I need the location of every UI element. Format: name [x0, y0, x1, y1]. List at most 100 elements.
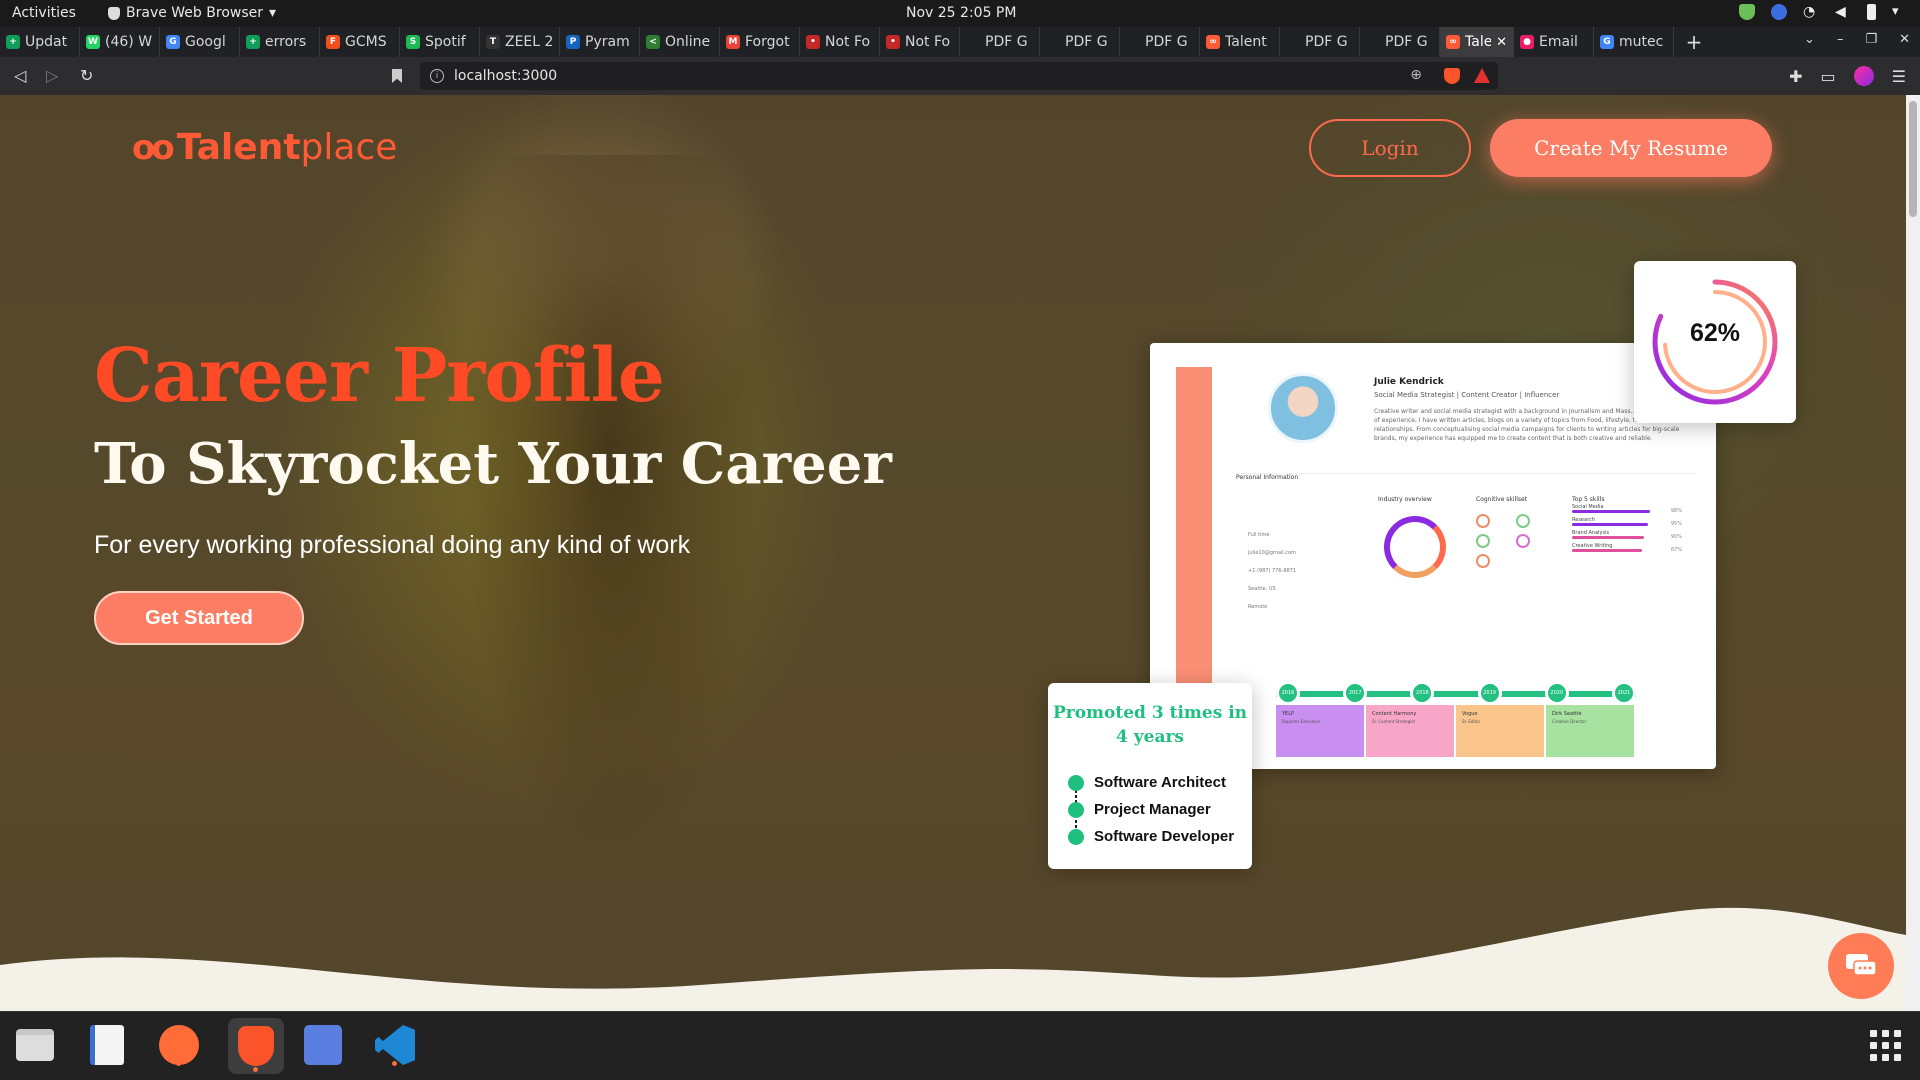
page-scrollbar[interactable] [1906, 95, 1920, 1011]
tab[interactable]: PDF G [1040, 27, 1120, 57]
wallet-icon[interactable]: ▭ [1821, 67, 1836, 86]
chat-button[interactable] [1828, 933, 1894, 999]
tab[interactable]: + Updat [0, 27, 80, 57]
tab-favicon-icon: G [166, 35, 180, 49]
tab[interactable]: S Spotif [400, 27, 480, 57]
app-menu[interactable]: Brave Web Browser ▾ [108, 5, 276, 21]
tab[interactable]: < Online [640, 27, 720, 57]
tab-favicon-icon: + [6, 35, 20, 49]
vscode-app-icon[interactable] [372, 1022, 418, 1068]
login-button[interactable]: Login [1309, 119, 1471, 177]
resume-name: Julie Kendrick [1374, 377, 1444, 387]
tab-favicon-icon: P [566, 35, 580, 49]
tab-favicon-icon: S [406, 35, 420, 49]
industry-heading: Industry overview [1378, 496, 1432, 503]
reload-icon[interactable]: ↻ [80, 66, 93, 85]
tab-label: Not Fo [825, 34, 871, 50]
skill-row: Creative Writing 87% [1572, 543, 1682, 553]
tab[interactable]: Gmutec [1594, 27, 1674, 57]
skill-percent: 95% [1670, 521, 1682, 527]
personal-info-heading: Personal Information [1236, 474, 1299, 481]
volume-icon[interactable]: ◀ [1835, 4, 1851, 20]
shield-tray-icon[interactable] [1739, 4, 1755, 20]
tab[interactable]: PDF G [1360, 27, 1440, 57]
back-icon[interactable]: ◁ [14, 66, 26, 85]
tab-label: Spotif [425, 34, 466, 50]
tab-label: errors [265, 34, 307, 50]
system-tray[interactable]: ◔ ◀ ▾ [1739, 4, 1908, 20]
zoom-icon[interactable]: ⊕ [1410, 67, 1422, 83]
scrollbar-thumb[interactable] [1909, 101, 1917, 217]
sync-tray-icon[interactable] [1771, 4, 1787, 20]
timeline-company: Content Harmony [1372, 711, 1417, 717]
url-text[interactable]: localhost:3000 [454, 68, 557, 84]
tab[interactable]: M Forgot [720, 27, 800, 57]
get-started-button[interactable]: Get Started [94, 591, 304, 645]
extensions-icon[interactable]: ✚ [1789, 67, 1802, 86]
new-tab-button[interactable]: + [1674, 30, 1714, 54]
forward-icon[interactable]: ▷ [46, 66, 58, 85]
tab[interactable]: PDF G [1280, 27, 1360, 57]
app-menu-label: Brave Web Browser [126, 5, 263, 21]
top-skills-bars: Social Media 98% Research 95% Brand Analysis… [1572, 504, 1682, 556]
maximize-button[interactable]: ❐ [1865, 32, 1877, 47]
wifi-icon[interactable]: ◔ [1803, 4, 1819, 20]
tab-label: PDF G [1305, 34, 1348, 50]
tab[interactable]: P Pyram [560, 27, 640, 57]
tab[interactable]: PDF G [1120, 27, 1200, 57]
tab[interactable]: • Not Fo [800, 27, 880, 57]
timeline-job-block: Vogue Sr. Editor [1456, 705, 1544, 757]
site-info-icon[interactable]: i [430, 69, 444, 83]
tab[interactable]: + errors [240, 27, 320, 57]
tab[interactable]: G Googl [160, 27, 240, 57]
tab[interactable]: ● Email [1514, 27, 1594, 57]
skill-percent: 98% [1670, 508, 1682, 514]
tab[interactable]: F GCMS [320, 27, 400, 57]
brave-shields-icon[interactable] [1444, 68, 1460, 84]
tab-label: Updat [25, 34, 68, 50]
brave-app-icon[interactable] [228, 1018, 284, 1074]
tab-active[interactable]: ∞ Tale ✕ [1440, 27, 1514, 57]
clock[interactable]: Nov 25 2:05 PM [906, 5, 1016, 21]
tab[interactable]: ∞ Talent [1200, 27, 1280, 57]
tab-label: GCMS [345, 34, 387, 50]
tab-favicon-icon: M [726, 35, 740, 49]
address-bar[interactable]: i localhost:3000 ⊕ [420, 62, 1498, 90]
skill-percent: 90% [1670, 534, 1682, 540]
vscode-icon [375, 1025, 415, 1065]
tab-favicon-icon: F [326, 35, 340, 49]
files-app-icon[interactable] [12, 1022, 58, 1068]
promotion-role-item: Software Developer [1068, 823, 1234, 850]
close-tab-icon[interactable]: ✕ [1496, 35, 1507, 50]
dock [0, 1011, 1920, 1080]
tab[interactable]: W (46) W [80, 27, 160, 57]
create-resume-button[interactable]: Create My Resume [1490, 119, 1772, 177]
promotion-role-label: Software Architect [1094, 774, 1226, 791]
tab[interactable]: PDF G [960, 27, 1040, 57]
tab[interactable]: • Not Fo [880, 27, 960, 57]
close-window-button[interactable]: ✕ [1899, 32, 1910, 47]
tab-favicon-icon: ● [1520, 35, 1534, 49]
profile-avatar[interactable] [1853, 66, 1874, 86]
personal-info-item: julie10@gmail.com [1248, 550, 1296, 556]
brave-rewards-icon[interactable] [1474, 68, 1490, 83]
bookmark-icon[interactable] [392, 69, 402, 83]
skill-percent: 87% [1670, 547, 1682, 553]
talentplace-logo[interactable]: oo Talentplace [132, 127, 397, 168]
power-menu-icon[interactable]: ▾ [1892, 4, 1908, 20]
activities-button[interactable]: Activities [12, 5, 76, 21]
menu-icon[interactable]: ☰ [1892, 67, 1906, 86]
tab-list-chevron-icon[interactable]: ⌄ [1804, 32, 1815, 47]
progress-gauge-card: 62% [1634, 261, 1796, 423]
timeline-job-block: Dirk Seattle Creative Director [1546, 705, 1634, 757]
postman-app-icon[interactable] [156, 1022, 202, 1068]
battery-icon[interactable] [1867, 4, 1876, 20]
tab[interactable]: T ZEEL 2 [480, 27, 560, 57]
text-editor-app-icon[interactable] [84, 1022, 130, 1068]
tasks-app-icon[interactable] [300, 1022, 346, 1068]
hero-title: Career Profile [94, 333, 665, 419]
show-applications-icon[interactable] [1870, 1030, 1901, 1061]
minimize-button[interactable]: – [1837, 32, 1844, 47]
brave-lion-icon [238, 1026, 274, 1066]
cognitive-circle [1476, 534, 1490, 548]
